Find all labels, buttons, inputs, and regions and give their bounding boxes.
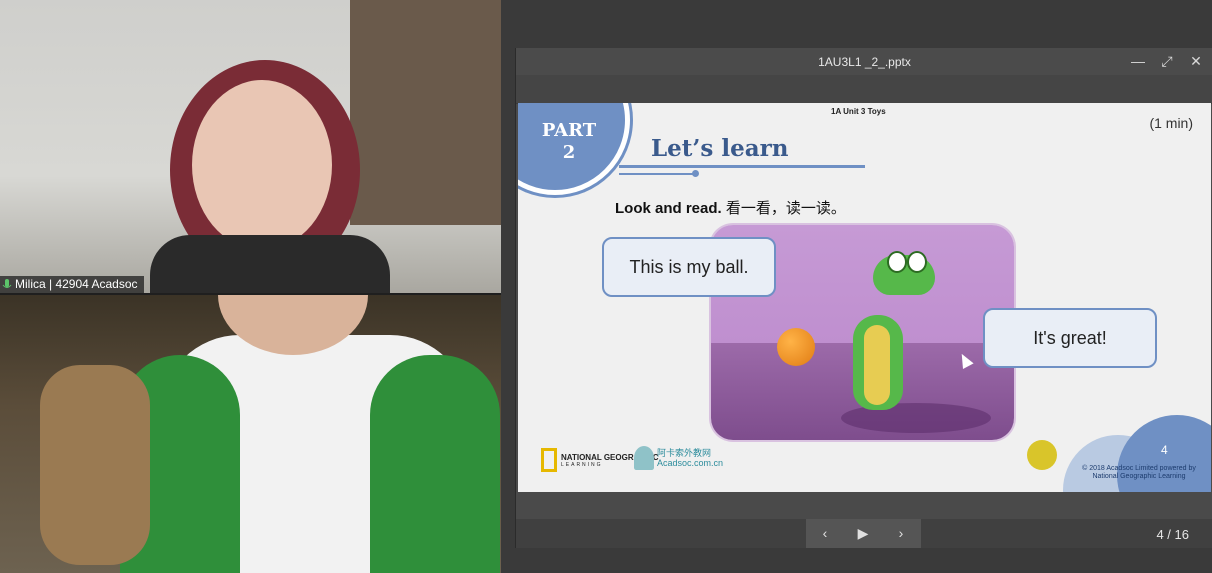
- instruction-cn: 看一看，读一读。: [721, 200, 846, 217]
- viewer-controls: ‹ ▶ › 4 / 16: [516, 492, 1212, 548]
- student-video: [0, 295, 501, 573]
- crocodile-eye-left: [887, 251, 907, 273]
- viewer-titlebar: 1AU3L1 _2_.pptx — ⤢ ✕: [516, 48, 1212, 75]
- navigation-group: ‹ ▶ ›: [806, 519, 921, 548]
- teacher-video: Milica | 42904 Acadsoc: [0, 0, 501, 293]
- speech-bubble-right: It's great!: [983, 308, 1157, 368]
- part-label: PART: [541, 120, 597, 141]
- part-number: 2: [562, 142, 576, 163]
- teacher-name-tag: Milica | 42904 Acadsoc: [0, 276, 144, 293]
- crocodile-eye-right: [907, 251, 927, 273]
- restore-icon[interactable]: ⤢: [1157, 52, 1177, 70]
- decor-yellow-dot: [1027, 440, 1057, 470]
- unit-label: 1A Unit 3 Toys: [831, 107, 886, 116]
- ball-icon: [777, 328, 815, 366]
- slide: PART 2 1A Unit 3 Toys (1 min) Let’s lear…: [518, 103, 1211, 492]
- underline-dot: [692, 170, 699, 177]
- bookshelf: [350, 0, 501, 225]
- copyright-text: © 2018 Acadsoc Limited powered by Nation…: [1082, 465, 1196, 480]
- acadsoc-logo-text: 阿卡索外教网: [657, 448, 712, 458]
- teacher-face: [192, 80, 332, 250]
- acadsoc-logo-url: Acadsoc.com.cn: [657, 458, 724, 468]
- slide-viewer-window: 1AU3L1 _2_.pptx — ⤢ ✕ PART 2 1A Unit 3 T…: [515, 48, 1212, 548]
- play-button[interactable]: ▶: [844, 519, 882, 548]
- heading-underline-short: [619, 173, 695, 175]
- slide-heading: Let’s learn: [651, 135, 789, 162]
- microphone-icon: [2, 278, 12, 288]
- minimize-icon[interactable]: —: [1128, 52, 1148, 70]
- instruction-en: Look and read.: [615, 200, 722, 217]
- crocodile-belly: [864, 325, 890, 405]
- ng-frame-icon: [541, 448, 557, 472]
- speech-bubble-left: This is my ball.: [602, 237, 776, 297]
- student-sleeve-right: [370, 355, 500, 573]
- slide-page-number: 4: [1161, 443, 1168, 457]
- acadsoc-logo: 阿卡索外教网 Acadsoc.com.cn: [634, 446, 723, 470]
- page-counter: 4 / 16: [1156, 527, 1189, 542]
- tree-icon: [634, 446, 654, 470]
- viewer-toolbar: [516, 75, 1212, 104]
- close-icon[interactable]: ✕: [1186, 52, 1206, 70]
- next-slide-button[interactable]: ›: [882, 519, 920, 548]
- time-label: (1 min): [1149, 115, 1193, 131]
- part-badge: PART 2: [518, 103, 630, 195]
- file-name: 1AU3L1 _2_.pptx: [818, 55, 911, 69]
- toy-dinosaur: [40, 365, 150, 565]
- heading-underline: [619, 165, 865, 168]
- prev-slide-button[interactable]: ‹: [806, 519, 844, 548]
- instruction: Look and read. 看一看，读一读。: [615, 197, 846, 218]
- teacher-shoulders: [150, 235, 390, 293]
- teacher-name-label: Milica | 42904 Acadsoc: [15, 277, 138, 291]
